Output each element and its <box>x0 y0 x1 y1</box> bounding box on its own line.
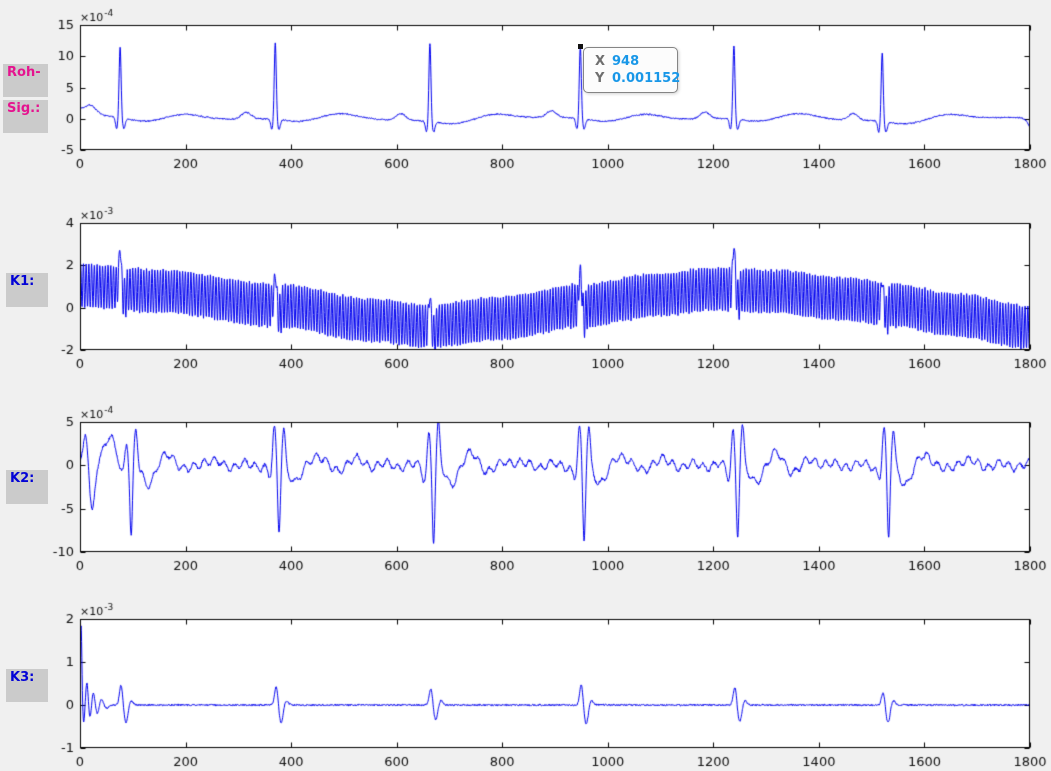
plot-area-k2[interactable] <box>80 422 1030 552</box>
side-label-k2: K2: <box>6 470 48 504</box>
datatip-y-value: 0.001152 <box>612 71 680 86</box>
datatip-marker <box>578 44 583 49</box>
datatip-x-row: X948 <box>595 53 677 70</box>
figure-area: Roh- Sig.: K1: K2: K3: X948 Y0.001152 <box>0 0 1051 771</box>
plot-area-rohsig[interactable] <box>80 25 1030 150</box>
side-label-sig: Sig.: <box>3 100 48 133</box>
datatip[interactable]: X948 Y0.001152 <box>583 47 678 93</box>
plot-area-k3[interactable] <box>80 619 1030 748</box>
datatip-y-row: Y0.001152 <box>595 70 677 87</box>
side-label-k1: K1: <box>6 273 48 307</box>
datatip-y-label: Y <box>595 70 612 87</box>
datatip-x-value: 948 <box>612 54 639 69</box>
side-label-k3: K3: <box>6 669 48 702</box>
side-label-roh: Roh- <box>3 64 48 97</box>
plot-area-k1[interactable] <box>80 223 1030 350</box>
datatip-x-label: X <box>595 53 612 70</box>
